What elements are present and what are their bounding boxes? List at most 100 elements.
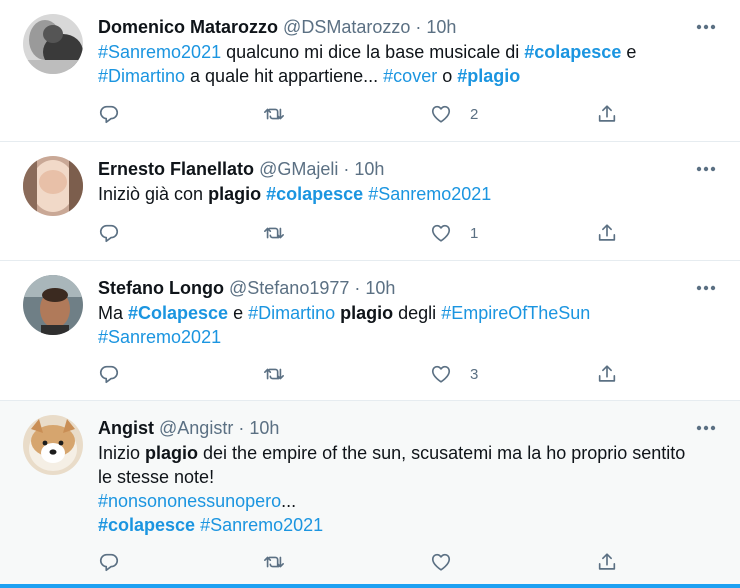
- separator-dot: ·: [415, 17, 422, 37]
- like-button[interactable]: 1: [430, 221, 478, 245]
- text-segment: e: [228, 303, 249, 323]
- hashtag-link[interactable]: #nonsononessunopero: [98, 491, 281, 511]
- like-count: 1: [470, 224, 479, 242]
- tweet-text-line: #nonsononessunopero...: [98, 489, 718, 513]
- hashtag-link[interactable]: #Sanremo2021: [200, 515, 323, 535]
- share-icon: [598, 553, 616, 570]
- like-button[interactable]: [430, 550, 470, 574]
- like-button[interactable]: 2: [430, 102, 478, 126]
- retweet-button[interactable]: [263, 221, 285, 245]
- highlighted-term: plagio: [340, 303, 394, 323]
- hashtag-link[interactable]: #Colapesce: [128, 303, 228, 323]
- display-name[interactable]: Stefano Longo: [98, 278, 224, 298]
- tweet[interactable]: Domenico Matarozzo @DSMatarozzo · 10h #S…: [0, 0, 740, 142]
- avatar-photo-icon: [23, 275, 83, 335]
- display-name[interactable]: Angist: [98, 418, 154, 438]
- avatar[interactable]: [23, 275, 83, 335]
- hashtag-link[interactable]: #cover: [383, 66, 437, 86]
- avatar-photo-icon: [23, 156, 83, 216]
- tweet-text: Inizio plagio dei the empire of the sun,…: [98, 441, 718, 537]
- avatar-bw-photo-icon: [23, 14, 83, 74]
- tweet-actions: [98, 550, 638, 574]
- display-name[interactable]: Ernesto Flanellato: [98, 159, 254, 179]
- timestamp[interactable]: 10h: [426, 17, 456, 37]
- avatar[interactable]: [23, 156, 83, 216]
- hashtag-link[interactable]: #colapesce: [266, 184, 363, 204]
- avatar[interactable]: [23, 14, 83, 74]
- text-segment: o: [437, 66, 458, 86]
- reply-button[interactable]: [98, 550, 120, 574]
- reply-button[interactable]: [98, 102, 120, 126]
- tweet-header: Angist @Angistr · 10h: [98, 417, 279, 439]
- share-button[interactable]: [596, 550, 618, 574]
- retweet-icon: [264, 368, 284, 380]
- hashtag-link[interactable]: #plagio: [457, 66, 520, 86]
- tweet[interactable]: Angist @Angistr · 10h Inizio plagio dei …: [0, 401, 740, 588]
- display-name[interactable]: Domenico Matarozzo: [98, 17, 278, 37]
- more-horizontal-icon: [696, 425, 716, 431]
- user-handle[interactable]: @Angistr: [159, 418, 233, 438]
- tweet[interactable]: Stefano Longo @Stefano1977 · 10h Ma #Col…: [0, 261, 740, 401]
- more-horizontal-icon: [696, 166, 716, 172]
- hashtag-link[interactable]: #Dimartino: [248, 303, 335, 323]
- timestamp[interactable]: 10h: [249, 418, 279, 438]
- separator-dot: ·: [354, 278, 361, 298]
- bottom-accent-bar: [0, 584, 740, 588]
- user-handle[interactable]: @GMajeli: [259, 159, 338, 179]
- reply-button[interactable]: [98, 221, 120, 245]
- hashtag-link[interactable]: #colapesce: [98, 515, 195, 535]
- text-segment: le stesse note!: [98, 467, 215, 487]
- user-handle[interactable]: @DSMatarozzo: [283, 17, 410, 37]
- retweet-button[interactable]: [263, 102, 285, 126]
- retweet-button[interactable]: [263, 550, 285, 574]
- tweet-header: Domenico Matarozzo @DSMatarozzo · 10h: [98, 16, 456, 38]
- more-options-button[interactable]: [694, 417, 718, 439]
- heart-icon: [431, 224, 451, 242]
- tweet-feed: Domenico Matarozzo @DSMatarozzo · 10h #S…: [0, 0, 740, 588]
- like-count: 2: [470, 105, 479, 123]
- timestamp[interactable]: 10h: [354, 159, 384, 179]
- reply-button[interactable]: [98, 362, 120, 386]
- more-options-button[interactable]: [694, 16, 718, 38]
- share-button[interactable]: [596, 221, 618, 245]
- tweet-actions: 3: [98, 362, 638, 386]
- tweet-text: Ma #Colapesce e #Dimartino plagio degli …: [98, 301, 718, 349]
- avatar-dog-photo-icon: [23, 415, 83, 475]
- reply-icon: [99, 224, 119, 243]
- tweet-text-line: #Sanremo2021 qualcuno mi dice la base mu…: [98, 40, 718, 64]
- user-handle[interactable]: @Stefano1977: [229, 278, 349, 298]
- more-horizontal-icon: [696, 285, 716, 291]
- tweet-actions: 2: [98, 102, 638, 126]
- hashtag-link[interactable]: #Sanremo2021: [368, 184, 491, 204]
- separator-dot: ·: [343, 159, 350, 179]
- hashtag-link[interactable]: #Sanremo2021: [98, 327, 221, 347]
- hashtag-link[interactable]: #colapesce: [524, 42, 621, 62]
- more-options-button[interactable]: [694, 158, 718, 180]
- hashtag-link[interactable]: #Dimartino: [98, 66, 185, 86]
- share-icon: [598, 365, 616, 382]
- reply-icon: [99, 553, 119, 572]
- tweet-text-line: #colapesce #Sanremo2021: [98, 513, 718, 537]
- tweet-text-line: Iniziò già con plagio #colapesce #Sanrem…: [98, 182, 718, 206]
- reply-icon: [99, 365, 119, 384]
- avatar[interactable]: [23, 415, 83, 475]
- share-icon: [598, 105, 616, 122]
- reply-icon: [99, 105, 119, 124]
- text-segment: dei the empire of the sun, scusatemi ma …: [198, 443, 686, 463]
- share-button[interactable]: [596, 362, 618, 386]
- separator-dot: ·: [238, 418, 245, 438]
- more-horizontal-icon: [696, 24, 716, 30]
- text-segment: ...: [281, 491, 297, 511]
- text-segment: Iniziò già con: [98, 184, 209, 204]
- tweet[interactable]: Ernesto Flanellato @GMajeli · 10h Iniziò…: [0, 142, 740, 261]
- hashtag-link[interactable]: #Sanremo2021: [98, 42, 221, 62]
- more-options-button[interactable]: [694, 277, 718, 299]
- timestamp[interactable]: 10h: [365, 278, 395, 298]
- highlighted-term: plagio: [145, 443, 199, 463]
- hashtag-link[interactable]: #EmpireOfTheSun: [441, 303, 590, 323]
- share-button[interactable]: [596, 102, 618, 126]
- tweet-header: Stefano Longo @Stefano1977 · 10h: [98, 277, 395, 299]
- like-button[interactable]: 3: [430, 362, 478, 386]
- text-segment: Inizio: [98, 443, 146, 463]
- retweet-button[interactable]: [263, 362, 285, 386]
